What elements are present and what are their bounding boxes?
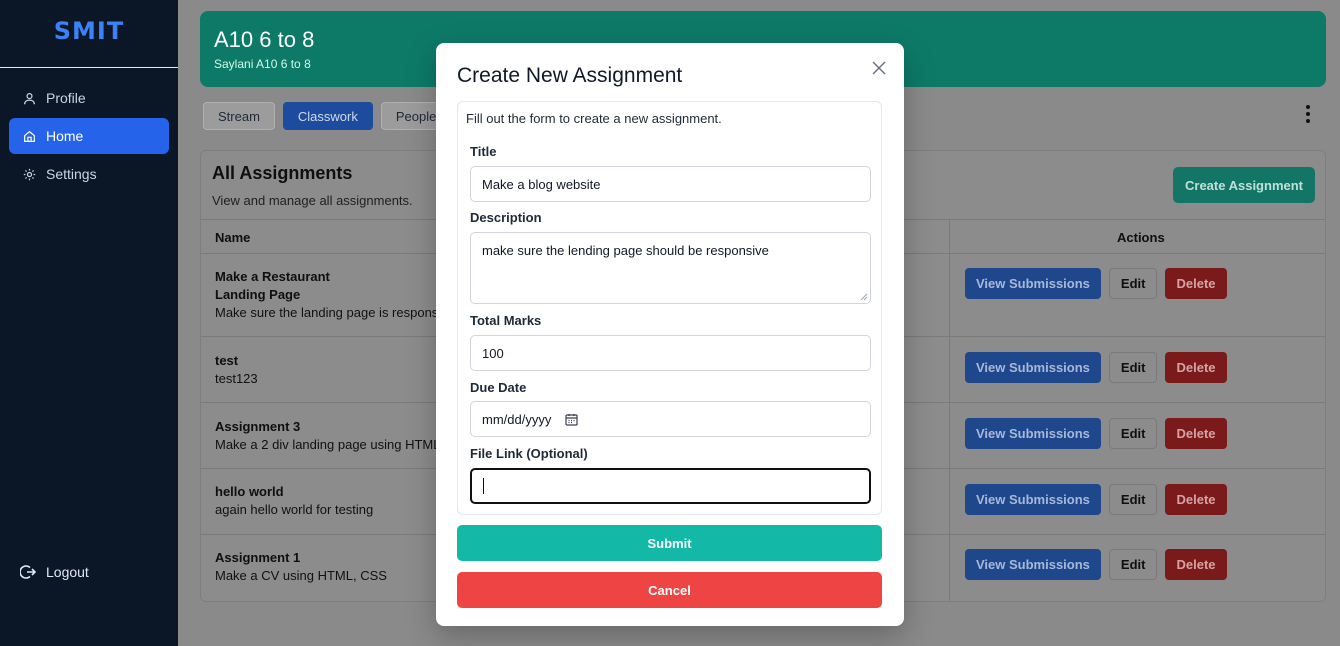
title-input-value: Make a blog website	[482, 176, 601, 192]
assignment-title: test	[215, 353, 239, 368]
row-actions: View Submissions Edit Delete	[965, 418, 1227, 449]
sidebar: SMIT Profile Home Settings Logout	[0, 0, 178, 646]
delete-button[interactable]: Delete	[1165, 549, 1227, 580]
create-assignment-button[interactable]: Create Assignment	[1173, 167, 1315, 203]
total-marks-input[interactable]: 100	[470, 335, 871, 371]
logout-icon	[20, 565, 36, 579]
due-date-placeholder: mm/dd/yyyy	[482, 411, 552, 427]
view-submissions-button[interactable]: View Submissions	[965, 352, 1101, 383]
form-intro: Fill out the form to create a new assign…	[466, 111, 722, 126]
assignment-title: Assignment 1	[215, 550, 301, 565]
total-marks-value: 100	[482, 345, 504, 361]
assignment-description: again hello world for testing	[215, 502, 374, 517]
view-submissions-button[interactable]: View Submissions	[965, 418, 1101, 449]
sidebar-item-profile[interactable]: Profile	[9, 80, 169, 116]
resize-handle-icon[interactable]	[860, 293, 868, 301]
sidebar-item-label: Settings	[46, 166, 97, 182]
assignment-description: Make sure the landing page is responsive	[215, 305, 455, 320]
description-textarea[interactable]: make sure the lending page should be res…	[470, 232, 871, 304]
tab-stream[interactable]: Stream	[203, 102, 275, 130]
sidebar-item-label: Home	[46, 128, 84, 144]
assignment-description: test123	[215, 371, 258, 386]
delete-button[interactable]: Delete	[1165, 418, 1227, 449]
delete-button[interactable]: Delete	[1165, 268, 1227, 299]
column-name: Name	[215, 230, 251, 245]
file-link-input[interactable]	[470, 468, 871, 504]
assignment-title: hello world	[215, 484, 284, 499]
modal-title: Create New Assignment	[457, 64, 683, 87]
sidebar-item-settings[interactable]: Settings	[9, 156, 169, 192]
tab-classwork[interactable]: Classwork	[282, 102, 373, 130]
sidebar-nav: Profile Home Settings	[0, 68, 178, 192]
logo-text: SMIT	[53, 16, 125, 45]
assignment-title: Make a Restaurant Landing Page	[215, 269, 330, 302]
class-tabs: Stream Classwork People	[203, 102, 452, 130]
column-actions: Actions	[1117, 230, 1165, 245]
due-date-label: Due Date	[470, 380, 527, 395]
cancel-button[interactable]: Cancel	[457, 572, 882, 608]
gear-icon	[23, 168, 36, 180]
assignment-title: Assignment 3	[215, 419, 301, 434]
home-icon	[24, 130, 35, 142]
logo: SMIT	[0, 0, 178, 68]
view-submissions-button[interactable]: View Submissions	[965, 549, 1101, 580]
file-link-label: File Link (Optional)	[470, 446, 588, 461]
assignment-description: Make a 2 div landing page using HTML,	[215, 437, 445, 452]
row-actions: View Submissions Edit Delete	[965, 352, 1227, 383]
edit-button[interactable]: Edit	[1108, 268, 1158, 299]
title-input[interactable]: Make a blog website	[470, 166, 871, 202]
logout-button[interactable]: Logout	[20, 564, 89, 580]
assignments-title: All Assignments	[212, 163, 353, 183]
sidebar-item-label: Profile	[46, 90, 86, 106]
due-date-input[interactable]: mm/dd/yyyy	[470, 401, 871, 437]
close-icon[interactable]	[872, 61, 886, 75]
title-label: Title	[470, 144, 497, 159]
view-submissions-button[interactable]: View Submissions	[965, 484, 1101, 515]
total-marks-label: Total Marks	[470, 313, 542, 328]
row-actions: View Submissions Edit Delete	[965, 549, 1227, 580]
create-assignment-modal: Create New Assignment Fill out the form …	[436, 43, 904, 626]
edit-button[interactable]: Edit	[1108, 484, 1158, 515]
assignment-description: Make a CV using HTML, CSS	[215, 568, 387, 583]
description-textarea-value: make sure the lending page should be res…	[482, 243, 769, 258]
calendar-icon[interactable]	[565, 413, 578, 426]
sidebar-item-home[interactable]: Home	[9, 118, 169, 154]
delete-button[interactable]: Delete	[1165, 484, 1227, 515]
submit-button[interactable]: Submit	[457, 525, 882, 561]
assignments-subtitle: View and manage all assignments.	[212, 193, 413, 208]
row-actions: View Submissions Edit Delete	[965, 268, 1227, 299]
edit-button[interactable]: Edit	[1108, 418, 1158, 449]
edit-button[interactable]: Edit	[1108, 549, 1158, 580]
logout-label: Logout	[46, 564, 89, 580]
edit-button[interactable]: Edit	[1108, 352, 1158, 383]
assignment-form: Fill out the form to create a new assign…	[457, 101, 882, 515]
column-divider	[949, 219, 950, 601]
user-icon	[24, 92, 35, 104]
description-label: Description	[470, 210, 542, 225]
view-submissions-button[interactable]: View Submissions	[965, 268, 1101, 299]
row-actions: View Submissions Edit Delete	[965, 484, 1227, 515]
text-caret	[483, 478, 484, 494]
more-options-icon[interactable]	[1298, 104, 1318, 124]
delete-button[interactable]: Delete	[1165, 352, 1227, 383]
